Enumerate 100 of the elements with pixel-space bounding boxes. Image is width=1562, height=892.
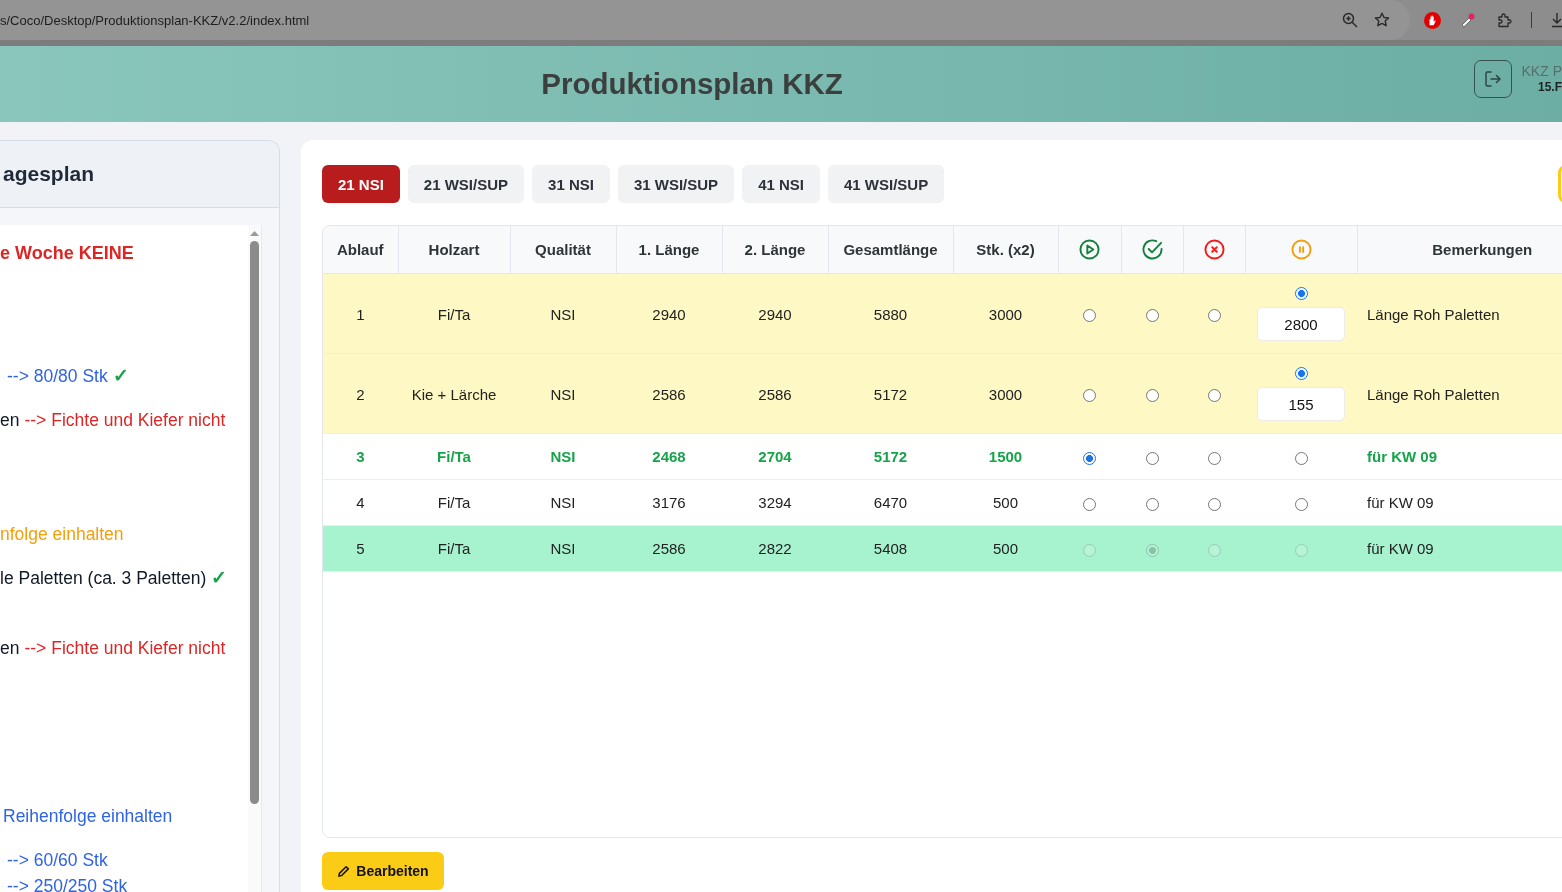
table-cell: 5172: [828, 433, 953, 480]
table-cell: NSI: [510, 479, 616, 526]
table-cell: NSI: [510, 273, 616, 354]
table-cell: 3000: [953, 273, 1058, 354]
radio-button[interactable]: [1294, 287, 1308, 300]
table-cell: 2: [323, 353, 398, 434]
note-text: le Paletten (ca. 3 Paletten): [0, 567, 207, 590]
note-text: --> Fichte und Kiefer nicht: [24, 637, 226, 660]
table-cell: Fi/Ta: [398, 479, 510, 526]
note-text: nfolge einhalten: [0, 523, 124, 546]
table-cell: 2704: [722, 433, 828, 480]
radio-button[interactable]: [1083, 389, 1096, 403]
user-name: KKZ P: [1521, 63, 1562, 79]
radio-button[interactable]: [1207, 309, 1221, 323]
table-cell: für KW 09: [1357, 525, 1562, 572]
column-header: Holzart: [398, 226, 510, 274]
table-cell: Kie + Lärche: [398, 353, 510, 434]
logout-button[interactable]: [1473, 60, 1512, 98]
note-text: --> 60/60 Stk: [7, 849, 108, 872]
tab[interactable]: 31 WSI/SUP: [617, 165, 735, 203]
radio-button[interactable]: [1083, 451, 1096, 465]
table-cell: NSI: [510, 353, 616, 434]
table-cell: 3294: [722, 479, 828, 526]
tab[interactable]: 31 NSI: [532, 165, 610, 203]
address-field[interactable]: s/Coco/Desktop/Produktionsplan-KKZ/v2.2/index.html: [0, 0, 1410, 40]
pencil-icon: [337, 864, 351, 878]
table-cell: 3176: [616, 479, 722, 526]
column-header: Bemerkungen: [1357, 226, 1562, 274]
table-cell: 500: [953, 479, 1058, 526]
radio-button[interactable]: [1145, 389, 1159, 403]
column-header: Qualität: [510, 226, 616, 274]
table-cell: 5: [323, 525, 398, 572]
table-cell: 1: [323, 273, 398, 354]
table-cell: 2822: [722, 525, 828, 572]
table-cell: 2586: [722, 353, 828, 434]
radio-button[interactable]: [1145, 451, 1159, 465]
star-icon[interactable]: [1374, 12, 1390, 28]
hand-icon[interactable]: [1424, 11, 1441, 29]
table-cell: 500: [953, 525, 1058, 572]
edit-button[interactable]: Bearbeiten: [322, 852, 444, 890]
table-cell: 2586: [616, 353, 722, 434]
tab[interactable]: 41 NSI: [742, 165, 820, 203]
note-text: en: [0, 409, 20, 432]
radio-button[interactable]: [1207, 389, 1221, 403]
radio-button[interactable]: [1207, 497, 1221, 511]
pause-icon: [1290, 239, 1312, 260]
radio-button[interactable]: [1145, 497, 1159, 511]
radio-button[interactable]: [1145, 309, 1159, 323]
radio-button[interactable]: [1207, 451, 1221, 465]
download-icon[interactable]: [1551, 12, 1562, 28]
check-circle-icon: [1141, 239, 1163, 260]
input-field[interactable]: 2800: [1257, 307, 1345, 341]
column-header: Ablauf: [323, 226, 398, 274]
radio-button[interactable]: [1294, 451, 1308, 465]
page-title: Produktionsplan KKZ: [541, 67, 843, 100]
note-text: --> Fichte und Kiefer nicht: [24, 409, 226, 432]
column-header: Stk. (x2): [953, 226, 1058, 274]
user-detail: 15.F: [1538, 79, 1562, 95]
x-circle-icon: [1203, 239, 1225, 260]
radio-button[interactable]: [1294, 497, 1308, 511]
note-text: e Woche KEINE: [0, 242, 134, 265]
table-cell: Fi/Ta: [398, 273, 510, 354]
table-cell: Länge Roh Paletten: [1357, 353, 1562, 434]
column-header: Gesamtlänge: [828, 226, 953, 274]
note-text: --> 80/80 Stk: [7, 365, 108, 388]
table-cell: 5408: [828, 525, 953, 572]
table-cell: für KW 09: [1357, 433, 1562, 480]
play-icon: [1079, 239, 1100, 260]
column-header: 1. Länge: [616, 226, 722, 274]
scrollbar-thumb[interactable]: [250, 241, 259, 804]
table-cell: NSI: [510, 525, 616, 572]
note-text: en: [0, 637, 20, 660]
table-cell: 2940: [722, 273, 828, 354]
table-cell: 2468: [616, 433, 722, 480]
tab[interactable]: 41 WSI/SUP: [828, 165, 945, 203]
table-cell: 2940: [616, 273, 722, 354]
note-text: --> 250/250 Stk: [7, 875, 128, 892]
radio-button[interactable]: [1083, 309, 1096, 323]
table-cell: 1500: [953, 433, 1058, 480]
radio-button[interactable]: [1294, 367, 1308, 380]
scroll-up-icon[interactable]: [250, 231, 259, 236]
table-cell: 4: [323, 479, 398, 526]
tab[interactable]: 21 WSI/SUP: [407, 165, 525, 203]
table-cell: 5172: [828, 353, 953, 434]
table-cell: 6470: [828, 479, 953, 526]
note-text: Reihenfolge einhalten: [3, 805, 173, 828]
radio-button[interactable]: [1083, 497, 1096, 511]
table-cell: Länge Roh Paletten: [1357, 273, 1562, 354]
puzzle-icon[interactable]: [1497, 12, 1513, 28]
input-field[interactable]: 155: [1257, 387, 1345, 421]
table-cell: 3000: [953, 353, 1058, 434]
table-cell: Fi/Ta: [398, 525, 510, 572]
table-cell: 3: [323, 433, 398, 480]
pin-icon[interactable]: [1460, 12, 1476, 28]
tab[interactable]: 21 NSI: [322, 165, 400, 203]
table-cell: Fi/Ta: [398, 433, 510, 480]
zoom-icon[interactable]: [1342, 12, 1358, 28]
table-cell: NSI: [510, 433, 616, 480]
table-cell: für KW 09: [1357, 479, 1562, 526]
check-icon: ✓: [211, 565, 228, 591]
